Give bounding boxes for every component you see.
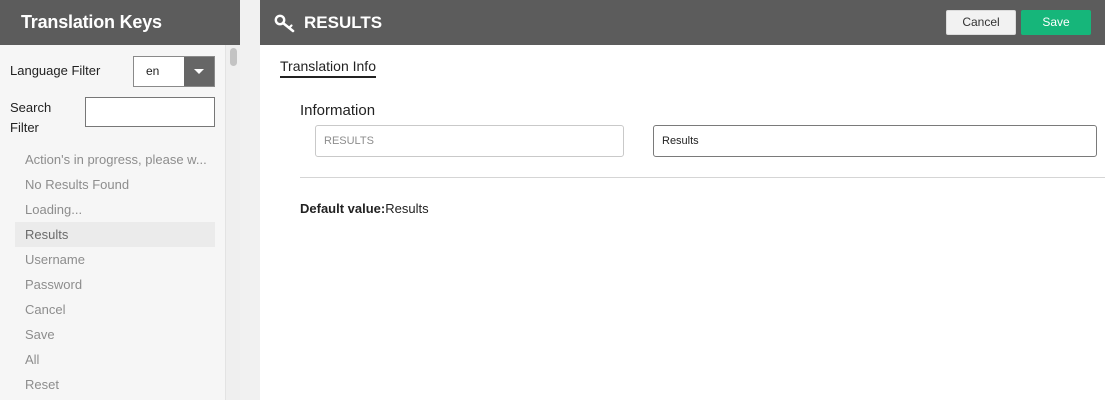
list-item[interactable]: No Results Found — [15, 172, 215, 197]
translation-value-input[interactable]: Results — [653, 125, 1097, 157]
list-item[interactable]: Username — [15, 247, 215, 272]
divider — [300, 177, 1105, 178]
translation-key-list: Action's in progress, please w... No Res… — [15, 147, 215, 397]
sidebar-title: Translation Keys — [0, 0, 240, 45]
main-header: RESULTS Cancel Save — [260, 0, 1105, 45]
list-item[interactable]: Reset — [15, 372, 215, 397]
sidebar-body: Language Filter en Search Filter Action'… — [0, 45, 240, 400]
key-icon — [274, 14, 295, 33]
cancel-button[interactable]: Cancel — [946, 10, 1016, 35]
translation-key-field: RESULTS — [315, 125, 624, 157]
tab-translation-info[interactable]: Translation Info — [280, 58, 376, 78]
scrollbar-thumb[interactable] — [230, 48, 237, 66]
list-item[interactable]: Password — [15, 272, 215, 297]
search-filter-input[interactable] — [85, 97, 215, 127]
chevron-down-icon[interactable] — [184, 57, 214, 86]
search-filter-label: Search Filter — [10, 100, 52, 135]
save-button[interactable]: Save — [1021, 10, 1091, 35]
list-item[interactable]: Action's in progress, please w... — [15, 147, 215, 172]
default-value-text: Results — [385, 201, 429, 216]
default-value-row: Default value:Results — [300, 201, 429, 216]
default-value-label: Default value: — [300, 201, 386, 216]
list-item-selected[interactable]: Results — [15, 222, 215, 247]
list-item[interactable]: All — [15, 347, 215, 372]
panel-gutter — [240, 0, 260, 400]
language-filter-select[interactable]: en — [133, 56, 215, 87]
app-window: Translation Keys Language Filter en Sear… — [0, 0, 1105, 400]
language-filter-label: Language Filter — [10, 63, 101, 78]
list-item[interactable]: Save — [15, 322, 215, 347]
list-item[interactable]: Loading... — [15, 197, 215, 222]
section-title: Information — [300, 102, 376, 119]
list-item[interactable]: Cancel — [15, 297, 215, 322]
language-filter-value: en — [146, 64, 160, 78]
page-title: RESULTS — [304, 13, 383, 32]
sidebar-scrollbar[interactable] — [225, 45, 240, 400]
sidebar: Translation Keys Language Filter en Sear… — [0, 0, 240, 400]
main-panel: RESULTS Cancel Save Translation Info Inf… — [260, 0, 1105, 400]
